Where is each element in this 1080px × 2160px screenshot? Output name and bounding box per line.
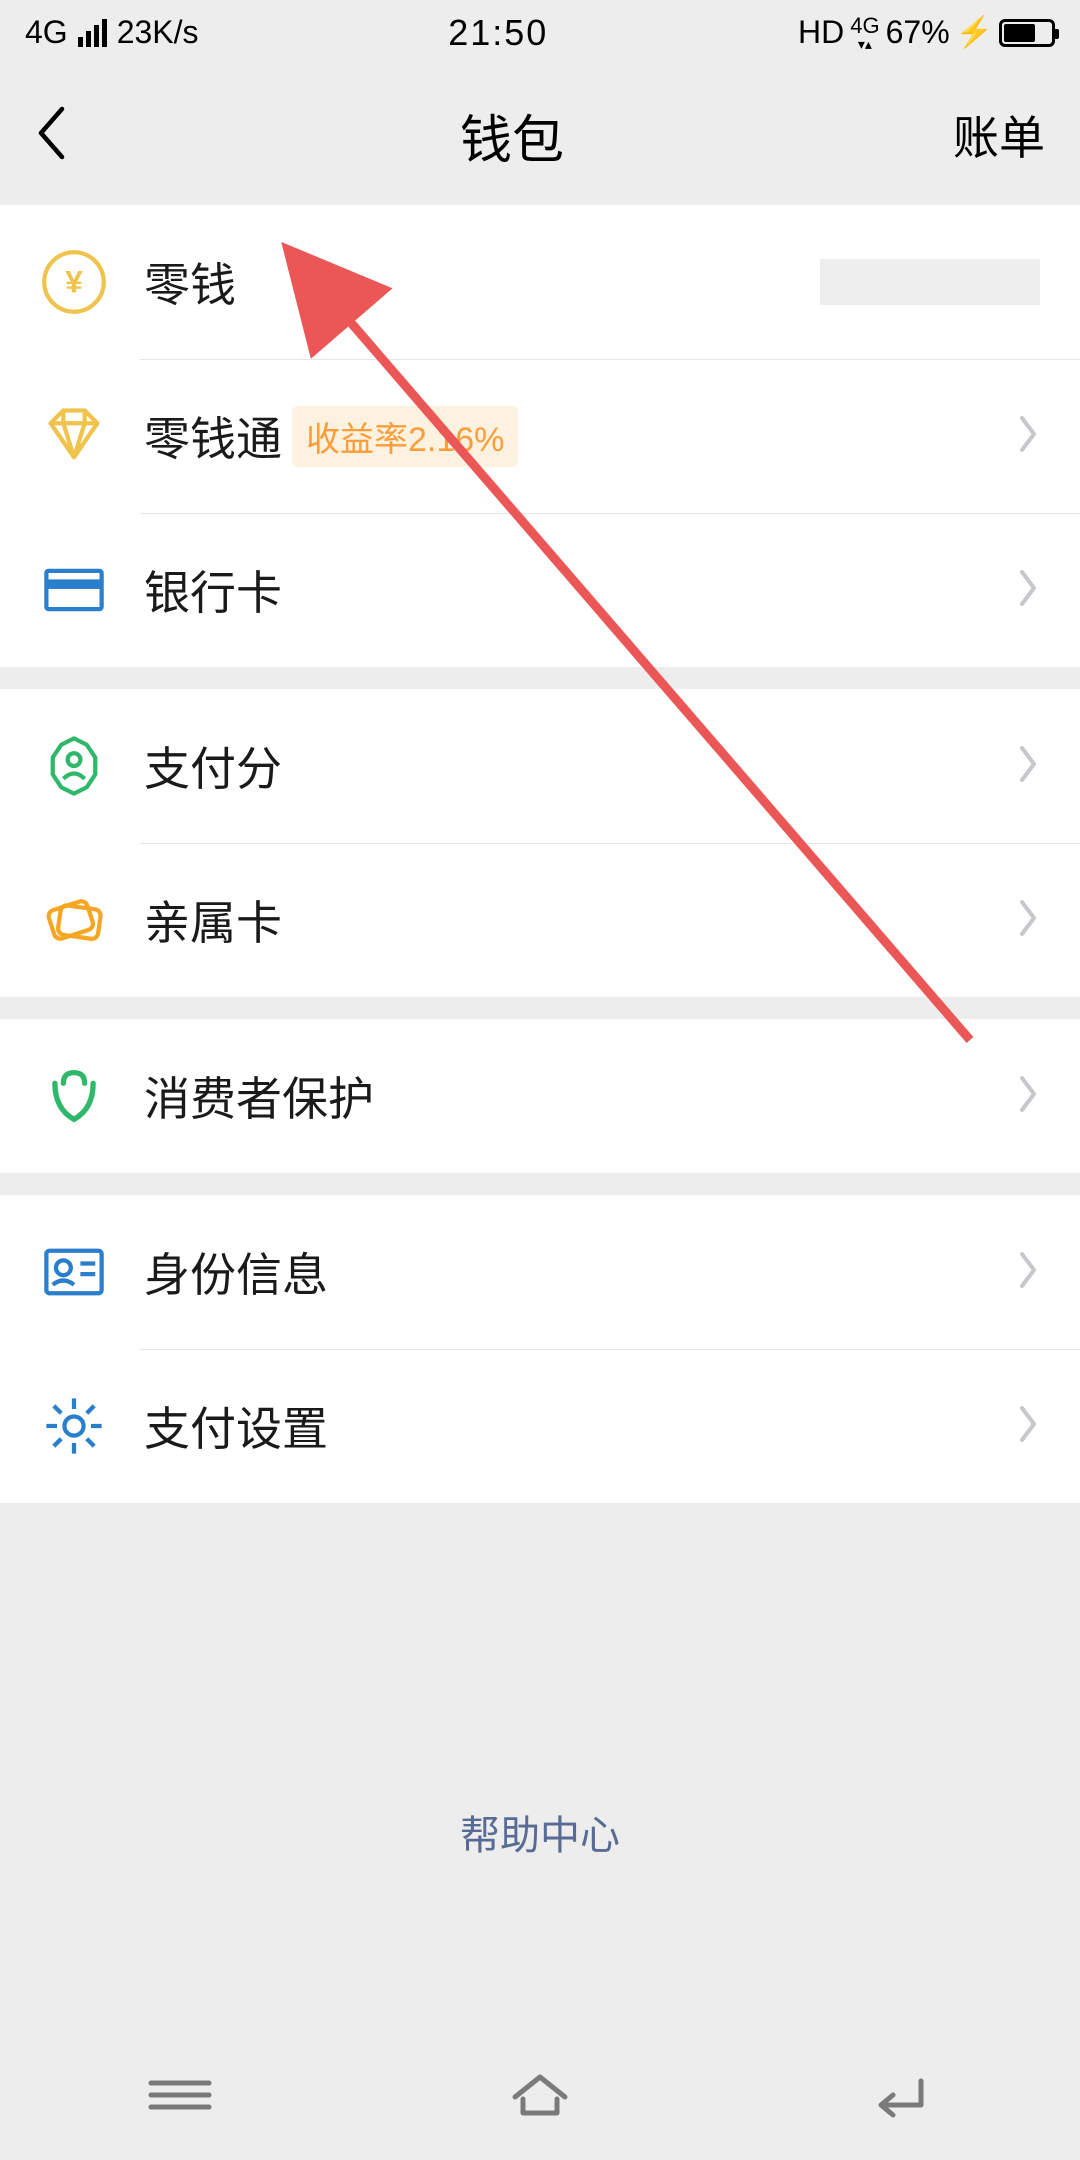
balance-value-redacted — [820, 259, 1040, 305]
familycard-label: 亲属卡 — [144, 887, 282, 953]
nav-bar: 钱包 账单 — [0, 65, 1080, 205]
charging-icon: ⚡ — [956, 15, 993, 50]
row-lqt[interactable]: 零钱通 收益率2.16% — [0, 359, 1080, 513]
familycard-icon — [40, 886, 108, 954]
chevron-right-icon — [1016, 414, 1040, 459]
status-time: 21:50 — [448, 12, 548, 54]
payscore-label: 支付分 — [144, 733, 282, 799]
identity-icon — [40, 1238, 108, 1306]
help-center-link[interactable]: 帮助中心 — [460, 1814, 620, 1858]
recent-apps-button[interactable] — [141, 2069, 219, 2126]
consumer-label: 消费者保护 — [144, 1063, 374, 1129]
row-consumer[interactable]: 消费者保护 — [0, 1019, 1080, 1173]
section-pay: 支付分 亲属卡 — [0, 689, 1080, 997]
chevron-right-icon — [1016, 1074, 1040, 1119]
battery-percent: 67% — [886, 14, 950, 51]
chevron-right-icon — [1016, 1404, 1040, 1449]
row-identity[interactable]: 身份信息 — [0, 1195, 1080, 1349]
consumer-protect-icon — [40, 1062, 108, 1130]
footer: 帮助中心 — [0, 1503, 1080, 1861]
battery-icon — [999, 19, 1055, 47]
bankcard-icon — [40, 556, 108, 624]
lqt-label: 零钱通 — [144, 403, 282, 469]
yen-coin-icon: ¥ — [40, 248, 108, 316]
page-title: 钱包 — [460, 98, 564, 173]
back-system-button[interactable] — [861, 2069, 939, 2126]
chevron-right-icon — [1016, 744, 1040, 789]
row-settings[interactable]: 支付设置 — [0, 1349, 1080, 1503]
status-left: 4G 23K/s — [25, 14, 199, 51]
status-right: HD 4G ▾▴ 67% ⚡ — [798, 14, 1055, 51]
section-balance: ¥ 零钱 零钱通 收益率2.16% 银行卡 — [0, 205, 1080, 667]
lqt-badge: 收益率2.16% — [292, 406, 518, 467]
section-consumer: 消费者保护 — [0, 1019, 1080, 1173]
bills-button[interactable]: 账单 — [953, 102, 1045, 168]
settings-label: 支付设置 — [144, 1393, 328, 1459]
svg-text:¥: ¥ — [65, 264, 83, 300]
row-balance[interactable]: ¥ 零钱 — [0, 205, 1080, 359]
bankcard-label: 银行卡 — [144, 557, 282, 623]
identity-label: 身份信息 — [144, 1239, 328, 1305]
diamond-icon — [40, 402, 108, 470]
network-label: 4G — [25, 14, 68, 51]
row-bankcard[interactable]: 银行卡 — [0, 513, 1080, 667]
balance-label: 零钱 — [144, 249, 236, 315]
back-button[interactable] — [35, 106, 71, 165]
chevron-right-icon — [1016, 568, 1040, 613]
signal2-label: 4G — [850, 15, 879, 37]
payscore-icon — [40, 732, 108, 800]
home-button[interactable] — [501, 2069, 579, 2126]
row-payscore[interactable]: 支付分 — [0, 689, 1080, 843]
chevron-right-icon — [1016, 898, 1040, 943]
system-nav-bar — [0, 2035, 1080, 2160]
gear-icon — [40, 1392, 108, 1460]
row-familycard[interactable]: 亲属卡 — [0, 843, 1080, 997]
status-bar: 4G 23K/s 21:50 HD 4G ▾▴ 67% ⚡ — [0, 0, 1080, 65]
section-settings: 身份信息 支付设置 — [0, 1195, 1080, 1503]
signal-icon — [78, 19, 107, 47]
chevron-right-icon — [1016, 1250, 1040, 1295]
network-speed: 23K/s — [117, 14, 199, 51]
hd-label: HD — [798, 14, 844, 51]
